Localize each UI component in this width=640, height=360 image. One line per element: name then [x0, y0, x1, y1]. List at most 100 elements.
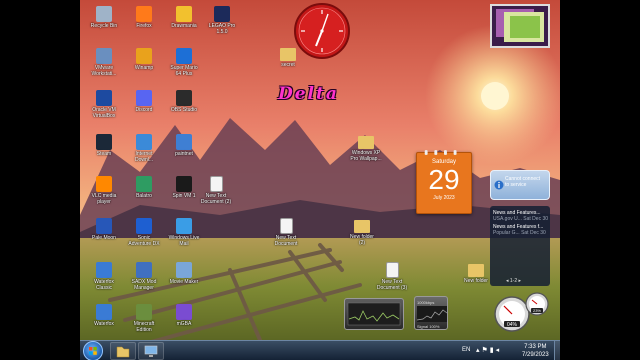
desktop-icon[interactable]: New Text Document: [266, 216, 306, 256]
desktop-icon[interactable]: Discord: [124, 88, 164, 128]
desktop-icon-label: New folder (2): [350, 234, 374, 246]
taskbar-desktop-app-button[interactable]: [138, 342, 164, 360]
desktop-icon[interactable]: Waterfox: [84, 302, 124, 342]
desktop-icon[interactable]: Steam: [84, 132, 124, 172]
desktop-icon-label: New Text Document (2): [200, 193, 232, 205]
cpu-gauge-gadget[interactable]: 04% 23%: [490, 288, 552, 334]
desktop-icon[interactable]: Drawmania: [164, 4, 204, 44]
taskbar-explorer-button[interactable]: [110, 342, 136, 360]
desktop-icon[interactable]: Recycle Bin: [84, 4, 124, 44]
desktop-icon[interactable]: New Text Document (3): [372, 260, 412, 300]
desktop-icon-label: New Text Document (3): [376, 279, 408, 291]
delta-text-gadget: Delta: [278, 84, 339, 104]
desktop-icon-label: mGBA: [176, 321, 192, 327]
slideshow-gadget[interactable]: [490, 4, 550, 48]
spin-vm-icon: [176, 176, 192, 192]
desktop-icon[interactable]: Movie Maker: [164, 260, 204, 300]
desktop-icon-label: OBS Studio: [170, 107, 198, 113]
desktop-icon[interactable]: Firefox: [124, 4, 164, 44]
system-tray: ▴⚑▮◂: [476, 346, 501, 354]
drawmania-icon: [176, 6, 192, 22]
desktop-icon[interactable]: Sonic Adventure DX: [124, 216, 164, 256]
desktop-icon[interactable]: LEGAO Pro 1.5.0: [202, 4, 242, 44]
desktop-icon-label: Winamp: [134, 65, 154, 71]
feed-error-text: Cannot connect to service: [505, 176, 541, 188]
desktop-icon-label: Steam: [96, 151, 112, 157]
action-center-icon[interactable]: ⚑: [482, 347, 490, 354]
desktop-icon[interactable]: Balatro: [124, 174, 164, 214]
desktop-icon-label: secret: [281, 62, 295, 68]
feed-item[interactable]: News and Features f... Popular G... Sat …: [493, 224, 549, 236]
desktop-icon[interactable]: paintnet: [164, 132, 204, 172]
desktop-icon[interactable]: Minecraft Edition: [124, 302, 164, 342]
calendar-month-year: July 2023: [433, 195, 455, 201]
desktop-icon[interactable]: Oracle VM VirtualBox: [84, 88, 124, 128]
desktop-icon-label: Super Mario 64 Plus: [170, 65, 198, 77]
minecraft-icon: [136, 304, 152, 320]
vmware-icon: [96, 48, 112, 64]
desktop-icon-label: Windows XP Pro Wallpap...: [350, 150, 382, 162]
desktop-icon[interactable]: mGBA: [164, 302, 204, 342]
desktop-icon[interactable]: OBS Studio: [164, 88, 204, 128]
balatro-icon: [136, 176, 152, 192]
start-button[interactable]: [83, 341, 103, 360]
cpu-meter-gadget[interactable]: [344, 298, 404, 330]
desktop-icon-label: Recycle Bin: [90, 23, 118, 29]
feed-pager[interactable]: ◂ 1-2 ▸: [506, 278, 521, 284]
network-meter-gadget[interactable]: 1000kbps Signal 100%: [414, 296, 448, 330]
desktop-icon[interactable]: Super Mario 64 Plus: [164, 46, 204, 86]
desktop-icon[interactable]: New folder (2): [342, 216, 382, 256]
desktop-icon-label: LEGAO Pro 1.5.0: [208, 23, 236, 35]
desktop-icon-label: Balatro: [136, 193, 152, 199]
text-document-icon: [209, 176, 223, 192]
desktop-icon-label: Firefox: [136, 23, 152, 29]
paint-net-icon: [176, 134, 192, 150]
feed-item-subtitle: USA.gov U... Sat Dec 30: [493, 216, 549, 222]
discord-icon: [136, 90, 152, 106]
volume-icon[interactable]: ◂: [496, 347, 502, 354]
desktop-icon-label: VLC media player: [91, 193, 117, 205]
feed-error-panel: Cannot connect to service: [490, 170, 550, 200]
desktop-icon[interactable]: Internet Downl...: [124, 132, 164, 172]
clock-gadget[interactable]: [292, 2, 352, 60]
folder-icon: [116, 346, 130, 358]
pale-moon-icon: [96, 218, 112, 234]
desktop-icon[interactable]: New Text Document (2): [196, 174, 236, 214]
desktop-icon[interactable]: Windows XP Pro Wallpap...: [346, 132, 386, 172]
super-mario-icon: [176, 48, 192, 64]
folder-icon: [354, 220, 370, 233]
calendar-gadget[interactable]: Saturday 29 July 2023: [416, 150, 472, 214]
desktop-icon[interactable]: Windows Live Mail: [164, 216, 204, 256]
desktop-icon[interactable]: Winamp: [124, 46, 164, 86]
recycle-bin-icon: [96, 6, 112, 22]
download-manager-icon: [136, 134, 152, 150]
taskbar-clock[interactable]: 7:33 PM 7/29/2023: [522, 343, 549, 359]
cpu-gauge-value: 04%: [507, 322, 518, 328]
desktop-icon-label: New Text Document: [274, 235, 298, 247]
desktop-icon-label: Drawmania: [171, 23, 197, 29]
desktop-icon-label: Movie Maker: [169, 279, 199, 285]
desktop-icon-label: VMware Workstati...: [91, 65, 117, 77]
language-indicator[interactable]: EN: [462, 347, 470, 353]
monitor-icon: [144, 345, 158, 357]
desktop-icon-label: Sonic Adventure DX: [128, 235, 160, 247]
desktop-icon[interactable]: VLC media player: [84, 174, 124, 214]
desktop-icon-label: Waterfox: [94, 321, 114, 327]
desktop-icon[interactable]: VMware Workstati...: [84, 46, 124, 86]
desktop-icon-label: Minecraft Edition: [133, 321, 155, 333]
desktop-icon-label: Pale Moon: [92, 235, 116, 241]
desktop-icon[interactable]: Pale Moon: [84, 216, 124, 256]
desktop-icon[interactable]: Waterfox Classic: [84, 260, 124, 300]
feed-headlines-gadget[interactable]: Cannot connect to service News and Featu…: [490, 170, 550, 288]
waterfox-icon: [96, 262, 112, 278]
desktop-icon-label: Oracle VM VirtualBox: [92, 107, 116, 119]
desktop-icon[interactable]: SADX Mod Manager: [124, 260, 164, 300]
feed-item-subtitle: Popular G... Sat Dec 30: [493, 230, 546, 236]
network-speed-label: 1000kbps: [417, 300, 435, 305]
obs-studio-icon: [176, 90, 192, 106]
desktop-icon-label: paintnet: [175, 151, 193, 157]
desktop-icon-label: Waterfox Classic: [94, 279, 114, 291]
text-document-icon: [385, 262, 399, 278]
show-desktop-button[interactable]: [554, 341, 560, 360]
feed-item[interactable]: News and Features... USA.gov U... Sat De…: [493, 210, 549, 222]
